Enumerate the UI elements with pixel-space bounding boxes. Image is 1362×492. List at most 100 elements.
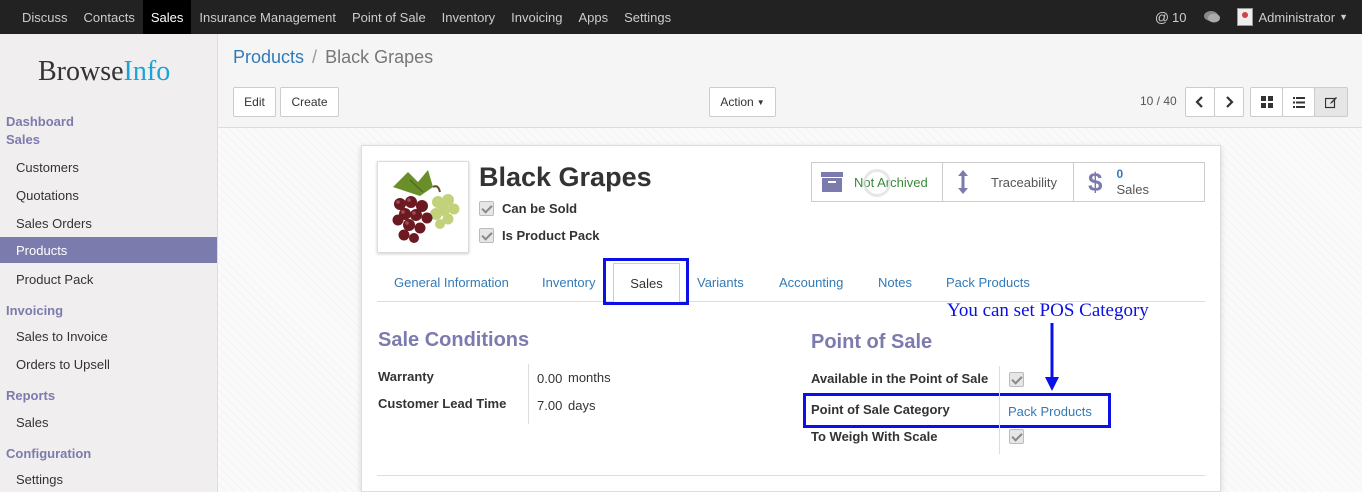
to-weigh-with-scale-label: To Weigh With Scale xyxy=(811,429,938,444)
menu-contacts[interactable]: Contacts xyxy=(76,0,143,34)
mentions-count: 10 xyxy=(1172,9,1187,25)
kanban-view-button[interactable] xyxy=(1250,87,1283,117)
sidebar-section-reports: Reports xyxy=(6,388,56,403)
top-navbar: Discuss Contacts Sales Insurance Managem… xyxy=(0,0,1362,34)
mentions-button[interactable]: @ 10 xyxy=(1155,9,1187,25)
can-be-sold-checkbox[interactable] xyxy=(479,201,494,216)
menu-point-of-sale[interactable]: Point of Sale xyxy=(344,0,434,34)
menu-insurance-management[interactable]: Insurance Management xyxy=(191,0,344,34)
breadcrumb-products[interactable]: Products xyxy=(233,47,304,67)
logo-text-info: Info xyxy=(123,56,171,87)
archive-toggle-button[interactable]: Not Archived xyxy=(812,163,943,201)
tab-variants[interactable]: Variants xyxy=(697,275,744,290)
chat-button[interactable] xyxy=(1203,10,1221,24)
form-view-button[interactable] xyxy=(1314,87,1348,117)
sales-count-button[interactable]: $ 0 Sales xyxy=(1074,163,1204,201)
available-in-pos-checkbox[interactable] xyxy=(1009,372,1024,387)
warranty-unit: months xyxy=(568,370,611,385)
sale-conditions-title: Sale Conditions xyxy=(378,329,530,351)
sidebar-item-sales-to-invoice[interactable]: Sales to Invoice xyxy=(0,323,217,349)
tab-accounting[interactable]: Accounting xyxy=(779,275,843,290)
grapes-image xyxy=(392,170,460,243)
at-icon: @ xyxy=(1154,9,1170,25)
avatar xyxy=(1236,8,1253,26)
sidebar-section-invoicing: Invoicing xyxy=(6,303,64,318)
breadcrumb-current: Black Grapes xyxy=(325,47,434,67)
is-product-pack-checkbox[interactable] xyxy=(479,228,494,243)
sidebar-item-settings[interactable]: Settings xyxy=(0,466,217,492)
traceability-button[interactable]: Traceability xyxy=(943,163,1074,201)
menu-inventory[interactable]: Inventory xyxy=(434,0,503,34)
sidebar: BrowseInfo Dashboard Sales Customers Quo… xyxy=(0,34,218,492)
menu-discuss[interactable]: Discuss xyxy=(14,0,76,34)
menu-apps[interactable]: Apps xyxy=(570,0,616,34)
chevron-left-icon xyxy=(1195,96,1203,108)
caret-down-icon: ▼ xyxy=(1339,12,1348,22)
logo-text-browse: Browse xyxy=(38,56,124,87)
is-product-pack-label: Is Product Pack xyxy=(502,228,600,243)
field-separator xyxy=(999,366,1000,454)
breadcrumb: Products / Black Grapes xyxy=(233,47,433,68)
sidebar-item-products[interactable]: Products xyxy=(0,237,217,263)
field-separator xyxy=(528,364,529,424)
sidebar-item-customers[interactable]: Customers xyxy=(0,154,217,180)
menu-settings[interactable]: Settings xyxy=(616,0,679,34)
sidebar-section-sales: Sales xyxy=(6,132,40,147)
pos-category-link[interactable]: Pack Products xyxy=(1008,404,1092,419)
customer-lead-time-value[interactable]: 7.00 xyxy=(537,398,562,413)
traceability-label: Traceability xyxy=(991,174,1057,190)
company-logo: BrowseInfo xyxy=(38,56,170,88)
sales-tab-highlight xyxy=(603,258,689,305)
section-divider xyxy=(377,475,1205,476)
arrows-vertical-icon xyxy=(958,170,968,194)
create-button[interactable]: Create xyxy=(280,87,339,117)
sidebar-section-configuration: Configuration xyxy=(6,446,92,461)
app-menu: Discuss Contacts Sales Insurance Managem… xyxy=(0,0,679,34)
sidebar-item-product-pack[interactable]: Product Pack xyxy=(0,266,217,292)
tab-general-information[interactable]: General Information xyxy=(394,275,509,290)
tab-notes[interactable]: Notes xyxy=(878,275,912,290)
sales-label: Sales xyxy=(1116,182,1149,197)
loading-spinner-icon xyxy=(863,169,891,197)
sales-stat: 0 Sales xyxy=(1116,167,1149,197)
action-dropdown[interactable]: Action ▼ xyxy=(709,87,776,117)
available-in-pos-label: Available in the Point of Sale xyxy=(811,371,989,386)
list-icon xyxy=(1292,96,1305,108)
tab-inventory[interactable]: Inventory xyxy=(542,275,595,290)
kanban-icon xyxy=(1260,96,1273,108)
warranty-value[interactable]: 0.00 xyxy=(537,371,562,386)
pager-value[interactable]: 10 / 40 xyxy=(1140,94,1177,108)
user-menu[interactable]: Administrator ▼ xyxy=(1236,8,1348,26)
customer-lead-time-unit: days xyxy=(568,398,596,413)
sidebar-item-reports-sales[interactable]: Sales xyxy=(0,409,217,435)
sales-count: 0 xyxy=(1116,167,1124,181)
annotation-arrow-icon xyxy=(1045,323,1059,391)
product-image[interactable] xyxy=(377,161,469,253)
tab-pack-products[interactable]: Pack Products xyxy=(946,275,1030,290)
user-name: Administrator xyxy=(1258,9,1336,25)
sidebar-item-dashboard[interactable]: Dashboard xyxy=(6,114,74,129)
menu-invoicing[interactable]: Invoicing xyxy=(503,0,570,34)
edit-button[interactable]: Edit xyxy=(233,87,276,117)
systray: @ 10 Administrator ▼ xyxy=(1139,0,1362,34)
sidebar-item-sales-orders[interactable]: Sales Orders xyxy=(0,210,217,236)
list-view-button[interactable] xyxy=(1282,87,1315,117)
breadcrumb-separator: / xyxy=(312,47,318,67)
warranty-label: Warranty xyxy=(378,369,434,384)
action-label: Action xyxy=(720,95,754,109)
annotation-text: You can set POS Category xyxy=(947,300,1149,321)
archive-icon xyxy=(821,172,843,192)
menu-sales[interactable]: Sales xyxy=(142,0,192,34)
to-weigh-with-scale-checkbox[interactable] xyxy=(1009,429,1024,444)
sidebar-item-quotations[interactable]: Quotations xyxy=(0,182,217,208)
customer-lead-time-label: Customer Lead Time xyxy=(378,396,507,411)
point-of-sale-title: Point of Sale xyxy=(811,331,933,353)
product-name: Black Grapes xyxy=(479,162,652,192)
pager-next-button[interactable] xyxy=(1214,87,1244,117)
sidebar-item-orders-to-upsell[interactable]: Orders to Upsell xyxy=(0,351,217,377)
caret-down-icon: ▼ xyxy=(756,97,765,107)
pos-category-label: Point of Sale Category xyxy=(811,402,950,417)
edit-form-icon xyxy=(1324,96,1337,108)
pager-previous-button[interactable] xyxy=(1185,87,1215,117)
can-be-sold-label: Can be Sold xyxy=(502,201,578,216)
